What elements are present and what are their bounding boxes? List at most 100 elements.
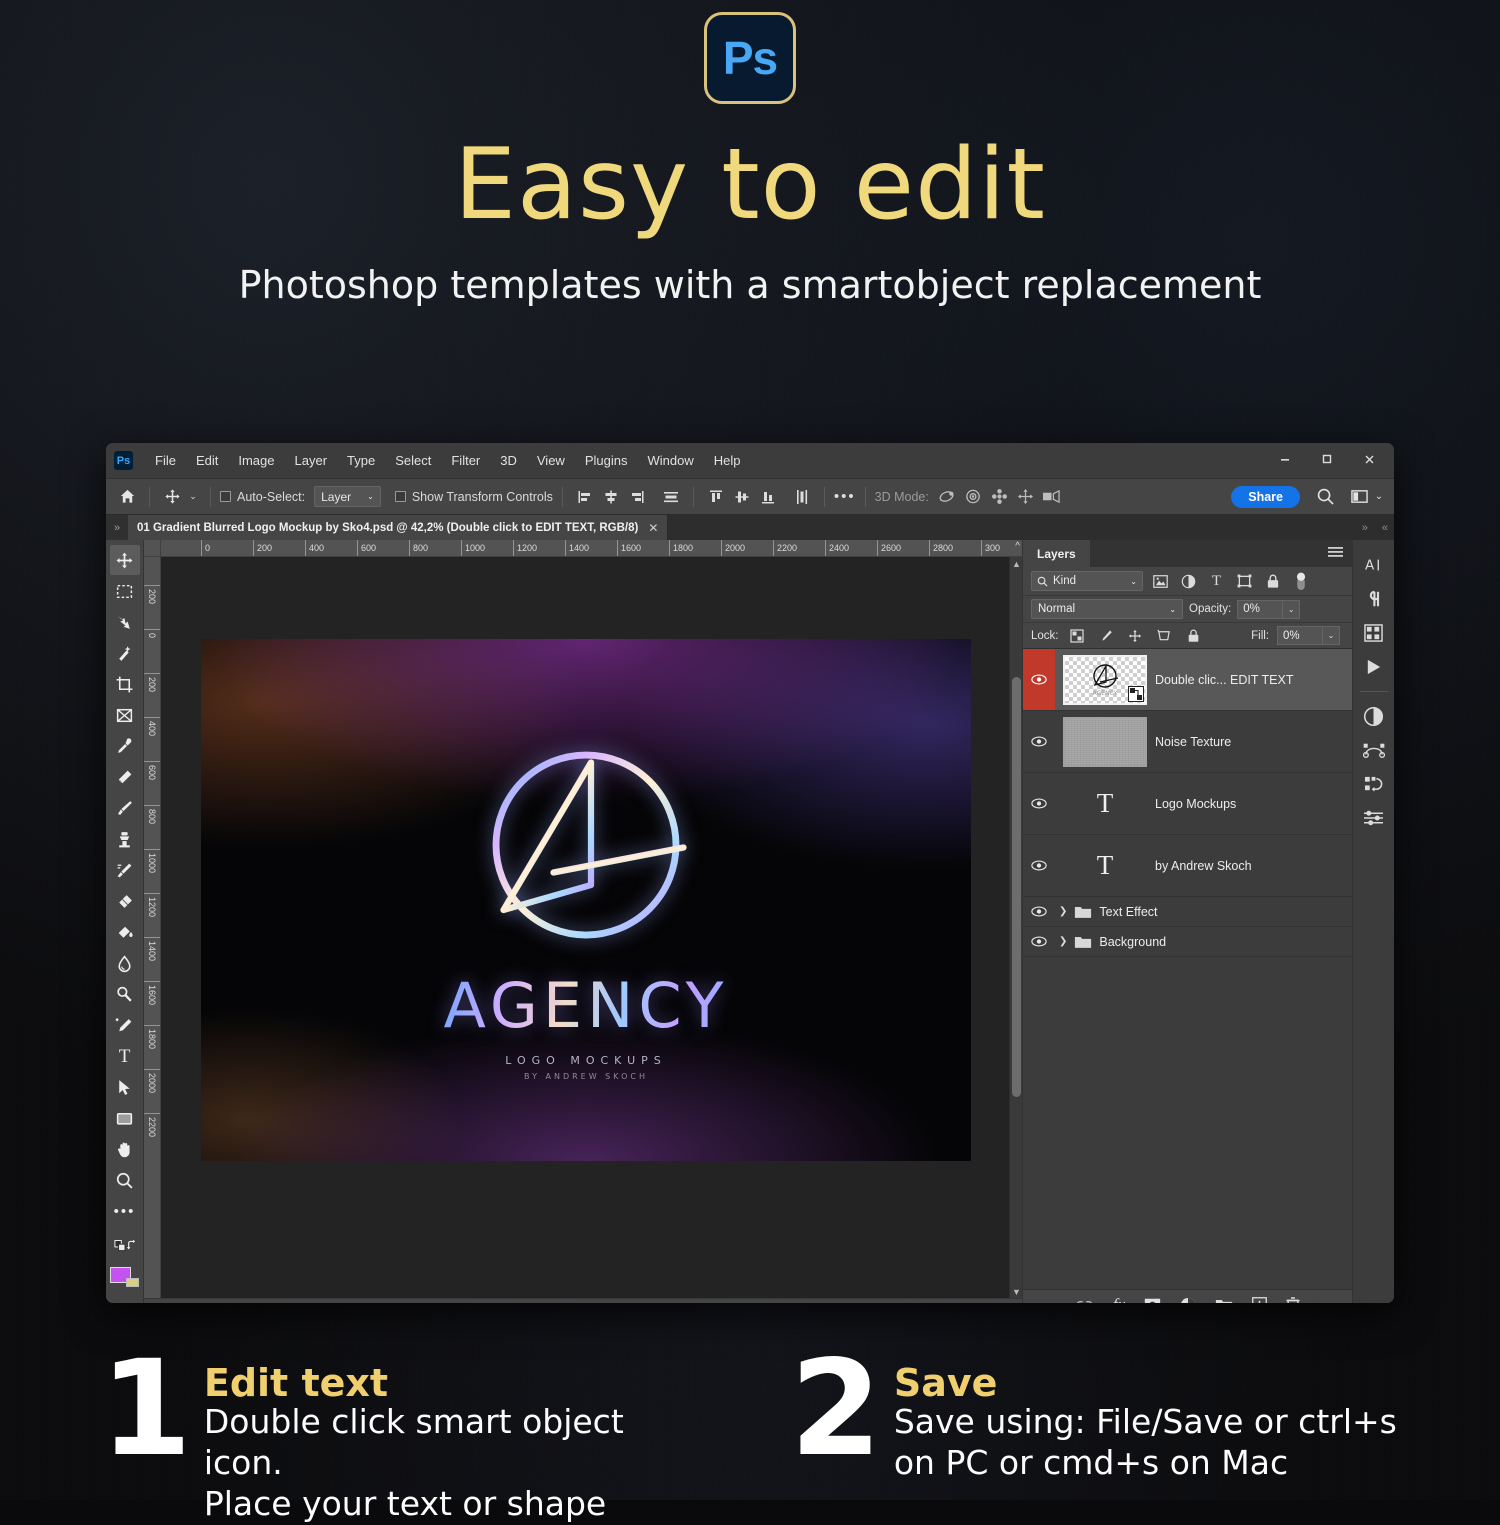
layer-name[interactable]: by Andrew Skoch bbox=[1155, 859, 1252, 873]
group-expand-area[interactable]: ❯ Text Effect bbox=[1055, 905, 1158, 919]
chevron-right-icon[interactable]: ❯ bbox=[1059, 906, 1067, 917]
shape-filter-icon[interactable] bbox=[1234, 571, 1255, 591]
fill-input[interactable]: 0% bbox=[1277, 626, 1323, 645]
rectangular-marquee-tool[interactable] bbox=[110, 576, 140, 606]
lock-image-icon[interactable] bbox=[1096, 626, 1117, 646]
menu-item-edit[interactable]: Edit bbox=[186, 449, 228, 472]
artboard[interactable]: AGENCY LOGO MOCKUPS BY ANDREW SKOCH bbox=[201, 639, 971, 1161]
layer-visibility-toggle[interactable] bbox=[1023, 835, 1055, 896]
document-tab[interactable]: 01 Gradient Blurred Logo Mockup by Sko4.… bbox=[128, 515, 669, 540]
fx-icon[interactable]: fx bbox=[1113, 1295, 1125, 1304]
menu-item-plugins[interactable]: Plugins bbox=[575, 449, 638, 472]
table-row[interactable]: T Logo Mockups bbox=[1023, 773, 1352, 835]
ruler-collapse-icon[interactable]: ^ bbox=[1015, 541, 1020, 552]
history-brush-tool[interactable] bbox=[110, 855, 140, 885]
libraries-panel-icon[interactable] bbox=[1359, 616, 1389, 650]
align-right-icon[interactable] bbox=[624, 485, 650, 509]
healing-brush-tool[interactable] bbox=[110, 762, 140, 792]
layer-name[interactable]: Logo Mockups bbox=[1155, 797, 1236, 811]
layer-thumbnail-cell[interactable]: T bbox=[1055, 788, 1155, 819]
lasso-tool[interactable] bbox=[110, 607, 140, 637]
paths-panel-icon[interactable] bbox=[1359, 733, 1389, 767]
lock-transparent-icon[interactable] bbox=[1067, 626, 1088, 646]
menu-item-file[interactable]: File bbox=[145, 449, 186, 472]
layer-thumbnail-cell[interactable]: AGENCY bbox=[1055, 654, 1155, 705]
lock-position-icon[interactable] bbox=[1125, 626, 1146, 646]
dodge-tool[interactable] bbox=[110, 979, 140, 1009]
adjustments-panel-icon[interactable] bbox=[1359, 699, 1389, 733]
menu-item-view[interactable]: View bbox=[527, 449, 575, 472]
expand-panel-icon[interactable]: » bbox=[1362, 522, 1368, 534]
menu-item-window[interactable]: Window bbox=[637, 449, 703, 472]
opacity-input[interactable]: 0% bbox=[1237, 599, 1284, 619]
adjustment-filter-icon[interactable] bbox=[1178, 571, 1199, 591]
character-panel-icon[interactable]: A bbox=[1359, 548, 1389, 582]
pixel-filter-icon[interactable] bbox=[1150, 571, 1171, 591]
layer-thumbnail-cell[interactable]: T bbox=[1055, 850, 1155, 881]
status-prev-icon[interactable]: ❮ bbox=[402, 1302, 422, 1303]
distribute-horizontal-icon[interactable] bbox=[658, 485, 684, 509]
gradient-tool[interactable] bbox=[110, 917, 140, 947]
hand-tool[interactable] bbox=[110, 1134, 140, 1164]
layer-visibility-toggle[interactable] bbox=[1023, 711, 1055, 772]
scroll-down-icon[interactable]: ▼ bbox=[1010, 1285, 1022, 1298]
lock-artboard-icon[interactable] bbox=[1154, 626, 1175, 646]
scroll-up-icon[interactable]: ▲ bbox=[1010, 557, 1022, 570]
drag-3d-icon[interactable] bbox=[987, 485, 1013, 509]
magic-wand-tool[interactable] bbox=[110, 638, 140, 668]
eraser-tool[interactable] bbox=[110, 886, 140, 916]
distribute-vertical-icon[interactable] bbox=[789, 485, 815, 509]
path-selection-tool[interactable] bbox=[110, 1072, 140, 1102]
home-icon[interactable] bbox=[114, 485, 140, 509]
zoom-tool[interactable] bbox=[110, 1165, 140, 1195]
align-top-icon[interactable] bbox=[703, 485, 729, 509]
menu-item-image[interactable]: Image bbox=[228, 449, 284, 472]
align-middle-v-icon[interactable] bbox=[729, 485, 755, 509]
opacity-stepper-icon[interactable]: ⌄ bbox=[1283, 599, 1301, 619]
panel-menu-icon[interactable] bbox=[1328, 547, 1343, 562]
delete-layer-icon[interactable] bbox=[1286, 1296, 1300, 1303]
new-layer-icon[interactable] bbox=[1252, 1297, 1268, 1303]
canvas[interactable]: AGENCY LOGO MOCKUPS BY ANDREW SKOCH ▲ ▼ bbox=[161, 557, 1022, 1298]
menu-item-help[interactable]: Help bbox=[704, 449, 751, 472]
table-row[interactable]: Noise Texture bbox=[1023, 711, 1352, 773]
swap-colors-icon[interactable] bbox=[110, 1231, 140, 1261]
scale-3d-icon[interactable] bbox=[1039, 485, 1065, 509]
background-color-swatch[interactable] bbox=[125, 1278, 139, 1287]
menu-item-filter[interactable]: Filter bbox=[441, 449, 490, 472]
move-tool[interactable] bbox=[109, 545, 140, 575]
close-button[interactable] bbox=[1348, 445, 1390, 473]
pen-tool[interactable] bbox=[110, 1010, 140, 1040]
rotate-3d-icon[interactable] bbox=[935, 485, 961, 509]
minimize-button[interactable] bbox=[1264, 445, 1306, 473]
show-transform-checkbox[interactable]: Show Transform Controls bbox=[394, 490, 553, 504]
layer-thumbnail-cell[interactable] bbox=[1055, 716, 1155, 767]
actions-panel-icon[interactable] bbox=[1359, 767, 1389, 801]
status-right-icon[interactable]: ❯ bbox=[992, 1302, 1022, 1303]
layer-name[interactable]: Noise Texture bbox=[1155, 735, 1231, 749]
link-layers-icon[interactable] bbox=[1075, 1298, 1094, 1303]
move-tool-icon[interactable] bbox=[159, 485, 185, 509]
fill-stepper-icon[interactable]: ⌄ bbox=[1323, 626, 1340, 645]
collapse-panels-left-icon[interactable]: » bbox=[106, 515, 128, 540]
workspace-chevron-icon[interactable]: ⌄ bbox=[1372, 485, 1386, 509]
blend-mode-select[interactable]: Normal ⌄ bbox=[1031, 599, 1183, 619]
collapse-panel-icon[interactable]: « bbox=[1382, 522, 1388, 534]
document-tab-close-icon[interactable]: ✕ bbox=[648, 521, 658, 535]
brush-tool[interactable] bbox=[110, 793, 140, 823]
type-tool[interactable]: T bbox=[110, 1041, 140, 1071]
layer-visibility-toggle[interactable] bbox=[1023, 649, 1055, 710]
eyedropper-tool[interactable] bbox=[110, 731, 140, 761]
frame-tool[interactable] bbox=[110, 700, 140, 730]
clone-stamp-tool[interactable] bbox=[110, 824, 140, 854]
menu-item-layer[interactable]: Layer bbox=[285, 449, 338, 472]
maximize-button[interactable] bbox=[1306, 445, 1348, 473]
slide-3d-icon[interactable] bbox=[1013, 485, 1039, 509]
adjustment-layer-icon[interactable] bbox=[1180, 1297, 1196, 1303]
smart-object-filter-icon[interactable] bbox=[1262, 571, 1283, 591]
layer-visibility-toggle[interactable] bbox=[1023, 927, 1055, 956]
table-row[interactable]: ❯ Background bbox=[1023, 927, 1352, 957]
group-expand-area[interactable]: ❯ Background bbox=[1055, 935, 1166, 949]
auto-select-checkbox[interactable]: Auto-Select: bbox=[220, 490, 305, 504]
menu-item-select[interactable]: Select bbox=[385, 449, 441, 472]
